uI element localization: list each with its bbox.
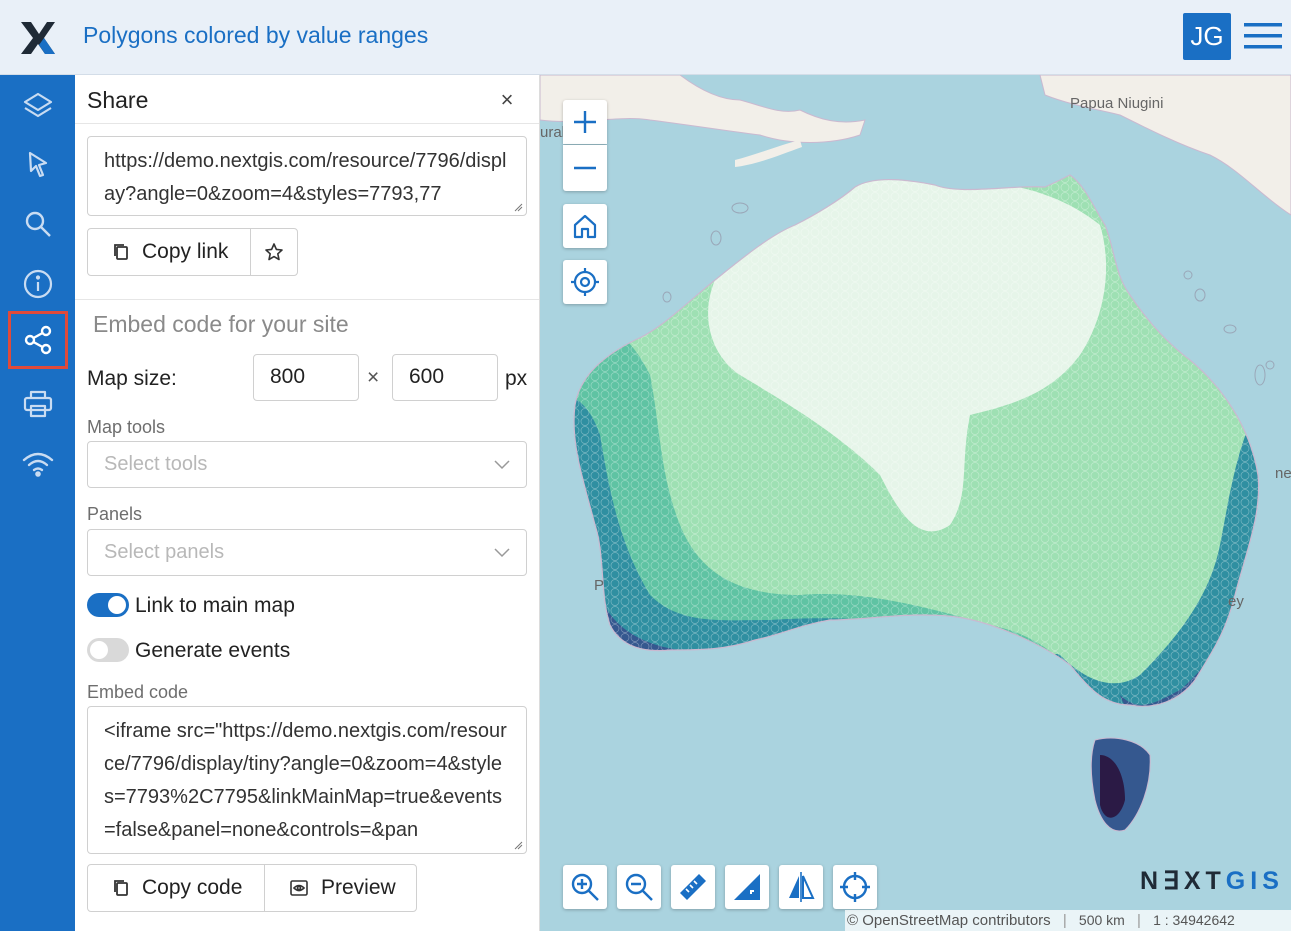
share-panel: Share × https://demo.nextgis.com/resourc… <box>75 75 540 931</box>
favorite-button[interactable] <box>250 228 298 276</box>
close-icon[interactable]: × <box>496 89 518 111</box>
target-icon <box>571 268 599 296</box>
preview-icon <box>290 880 308 896</box>
panels-select[interactable]: Select panels <box>87 529 527 576</box>
embed-code-field[interactable]: <iframe src="https://demo.nextgis.com/re… <box>87 706 527 854</box>
preview-button[interactable]: Preview <box>264 864 417 912</box>
map-height-input[interactable]: 600 <box>392 354 498 401</box>
size-separator: × <box>367 366 380 389</box>
zoom-out-button[interactable] <box>563 145 607 191</box>
search-icon <box>25 211 51 237</box>
chevron-down-icon <box>494 460 510 470</box>
sidebar-rail <box>0 75 75 931</box>
map-attribution: © OpenStreetMap contributors | 500 km | … <box>845 910 1291 931</box>
sidebar-item-print[interactable] <box>8 375 68 433</box>
attribution-text[interactable]: © OpenStreetMap contributors <box>847 912 1051 929</box>
embed-section-title: Embed code for your site <box>93 311 349 337</box>
zoom-out-icon <box>625 873 653 901</box>
sidebar-item-connection[interactable] <box>8 435 68 493</box>
home-button[interactable] <box>563 204 607 248</box>
star-icon <box>265 243 283 261</box>
divider <box>75 299 539 300</box>
panels-label: Panels <box>87 504 143 524</box>
identify-button[interactable] <box>833 865 877 909</box>
copy-code-label: Copy code <box>142 876 243 899</box>
page-title: Polygons colored by value ranges <box>83 22 429 48</box>
embed-code-text: <iframe src="https://demo.nextgis.com/re… <box>104 720 507 841</box>
choropleth-layer[interactable] <box>540 75 1291 931</box>
zoom-out-tool-button[interactable] <box>617 865 661 909</box>
panel-title: Share <box>87 87 149 113</box>
nextgis-brand[interactable]: N∃XTGIS <box>1140 866 1284 896</box>
resize-handle-icon[interactable] <box>513 202 523 212</box>
panels-placeholder: Select panels <box>104 541 225 563</box>
sidebar-item-select[interactable] <box>8 136 68 194</box>
share-link-field[interactable]: https://demo.nextgis.com/resource/7796/d… <box>87 136 527 216</box>
copy-link-button[interactable]: Copy link <box>87 228 251 276</box>
menu-icon[interactable] <box>1244 20 1282 52</box>
chevron-down-icon <box>494 548 510 558</box>
plus-icon <box>574 111 596 133</box>
map-width-input[interactable]: 800 <box>253 354 359 401</box>
ratio-text: 1 : 34942642 <box>1153 912 1235 928</box>
crosshair-icon <box>840 872 870 902</box>
swipe-icon <box>789 872 815 902</box>
link-main-map-label: Link to main map <box>135 594 295 617</box>
resize-handle-icon[interactable] <box>513 840 523 850</box>
cursor-icon <box>28 151 48 178</box>
minus-icon <box>574 166 596 170</box>
home-icon <box>573 214 597 239</box>
zoom-in-button[interactable] <box>563 100 607 144</box>
map-size-label: Map size: <box>87 367 177 390</box>
sidebar-item-layers[interactable] <box>8 77 68 135</box>
map-label-right-2: ey <box>1228 593 1244 610</box>
scale-text: 500 km <box>1078 912 1125 928</box>
toggle-knob <box>108 596 126 614</box>
brand-gis: GIS <box>1225 867 1284 895</box>
sidebar-item-search[interactable] <box>8 195 68 253</box>
generate-events-toggle[interactable] <box>87 638 129 662</box>
sidebar-item-info[interactable] <box>8 255 68 313</box>
info-icon <box>23 269 53 299</box>
size-unit: px <box>505 367 528 390</box>
map-tools-label: Map tools <box>87 417 166 437</box>
link-main-map-toggle[interactable] <box>87 593 129 617</box>
sidebar-item-share[interactable] <box>8 311 68 369</box>
ruler-icon <box>680 874 706 900</box>
copy-code-button[interactable]: Copy code <box>87 864 265 912</box>
zoom-in-icon <box>571 873 599 901</box>
map-label-right-1: ne <box>1275 465 1291 482</box>
set-square-icon <box>734 874 760 900</box>
measure-area-button[interactable] <box>725 865 769 909</box>
print-icon <box>23 390 53 418</box>
map-tools-placeholder: Select tools <box>104 453 208 475</box>
copy-link-label: Copy link <box>142 240 229 263</box>
locate-button[interactable] <box>563 260 607 304</box>
generate-events-label: Generate events <box>135 639 291 662</box>
copy-icon <box>114 880 128 896</box>
swipe-button[interactable] <box>779 865 823 909</box>
measure-distance-button[interactable] <box>671 865 715 909</box>
app-header: Polygons colored by value ranges JG <box>0 0 1291 75</box>
wifi-icon <box>22 452 54 477</box>
share-icon <box>24 325 52 355</box>
map-label-left-p: P <box>594 577 604 594</box>
map-label-papua: Papua Niugini <box>1070 95 1163 112</box>
layers-icon <box>23 92 53 118</box>
copy-icon <box>114 244 128 260</box>
divider <box>75 123 539 124</box>
map-tools-select[interactable]: Select tools <box>87 441 527 488</box>
preview-label: Preview <box>321 876 396 899</box>
timor-island <box>735 140 802 167</box>
map-view[interactable]: Papua Niugini ural ne ey P <box>540 75 1291 931</box>
nextgis-logo-icon[interactable] <box>18 18 58 58</box>
toggle-knob <box>90 641 108 659</box>
map-canvas[interactable]: Papua Niugini ural ne ey P <box>540 75 1291 931</box>
map-label-left-edge: ural <box>540 124 565 141</box>
embed-code-label: Embed code <box>87 682 189 702</box>
zoom-in-tool-button[interactable] <box>563 865 607 909</box>
user-avatar[interactable]: JG <box>1183 13 1231 60</box>
brand-next: N∃XT <box>1140 867 1226 895</box>
share-link-text: https://demo.nextgis.com/resource/7796/d… <box>104 150 507 205</box>
